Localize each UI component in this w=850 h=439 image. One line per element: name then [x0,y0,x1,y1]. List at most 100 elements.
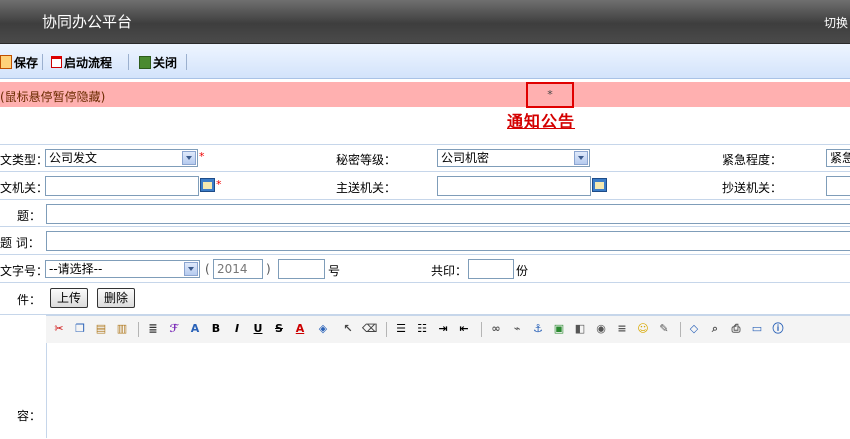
main-recipient-input[interactable] [437,176,591,196]
about-icon[interactable]: ⓘ [771,322,785,336]
document-title: 通知公告 [507,112,576,131]
doc-number-select[interactable]: --请选择-- [45,260,200,278]
bold-icon[interactable]: B [209,322,223,336]
toolbar: 保存 启动流程 关闭 [0,44,850,79]
title-bar: 协同办公平台 切换 [0,0,850,44]
notice-marker[interactable]: * [526,82,574,108]
issuer-input[interactable] [45,176,199,196]
doc-type-label: 文类型： [0,153,49,167]
form-row-keywords: 题 词： [0,226,850,255]
toolbar-divider [386,322,387,337]
font-color-icon[interactable]: A [293,322,307,336]
number-input[interactable] [278,259,325,279]
media-icon[interactable]: ◉ [594,322,608,336]
font-family-icon[interactable]: ℱ [167,322,181,336]
font-size-icon[interactable]: A [188,322,202,336]
content-editor[interactable] [46,343,850,438]
keywords-input[interactable] [46,231,850,251]
unlink-icon[interactable]: ⌁ [510,322,524,336]
close-label: 关闭 [153,55,178,70]
horizontal-rule-icon[interactable]: ≡ [615,322,629,336]
form-row-attachment: 件： 上传 删除 [0,282,850,315]
delete-button[interactable]: 删除 [97,288,136,308]
link-icon[interactable]: ∞ [489,322,503,336]
urgency-select[interactable]: 紧急 [826,149,850,167]
source-code-icon[interactable]: ◇ [687,322,701,336]
subject-input[interactable] [46,204,850,224]
secret-value: 公司机密 [441,151,490,165]
org-picker-icon[interactable] [592,178,607,192]
switch-link[interactable]: 切换 [824,14,848,31]
main-recipient-label: 主送机关： [336,181,397,195]
doc-type-select[interactable]: 公司发文 [45,149,198,167]
notice-bar: (鼠标悬停暂停隐藏) * [0,82,850,108]
org-picker-icon[interactable] [200,178,215,192]
toolbar-divider [128,54,129,70]
urgency-label: 紧急程度： [722,153,783,167]
number-suffix: 号 [328,264,341,278]
secret-select[interactable]: 公司机密 [437,149,590,167]
copy-icon[interactable]: ❐ [73,322,87,336]
select-cursor-icon[interactable]: ↖ [341,322,355,336]
save-label: 保存 [14,55,39,70]
app-title: 协同办公平台 [42,13,133,31]
line-spacing-icon[interactable]: ≣ [146,322,160,336]
image-icon[interactable]: ▣ [552,322,566,336]
toolbar-divider [42,54,43,70]
underline-icon[interactable]: U [251,322,265,336]
content-label: 容： [17,409,42,423]
start-flow-button[interactable]: 启动流程 [51,53,112,71]
indent-icon[interactable]: ⇥ [436,322,450,336]
preview-icon[interactable]: ⌕ [708,322,722,336]
toolbar-divider [138,322,139,337]
chevron-down-icon [184,262,198,276]
paste-icon[interactable]: ▤ [94,322,108,336]
italic-icon[interactable]: I [230,322,244,336]
cc-input[interactable] [826,176,850,196]
keywords-label: 题 词： [0,236,40,250]
copies-input[interactable] [468,259,514,279]
required-mark: * [216,178,222,191]
align-left-icon[interactable]: ☰ [394,322,408,336]
year-input[interactable]: 2014 [213,259,263,279]
form-row-docnumber: 文字号： --请选择-- ( 2014 ) 号 共印： 份 [0,254,850,283]
doc-number-label: 文字号： [0,264,49,278]
close-button[interactable]: 关闭 [139,53,177,71]
outdent-icon[interactable]: ⇤ [457,322,471,336]
list-icon[interactable]: ☷ [415,322,429,336]
close-icon [139,55,151,69]
subject-label: 题： [17,209,42,223]
edit-icon[interactable]: ✎ [657,322,671,336]
required-mark: * [199,150,205,163]
close-paren: ) [266,262,271,276]
fullscreen-icon[interactable]: ▭ [750,322,764,336]
eraser-icon[interactable]: ⌫ [362,322,378,336]
issuer-label: 文机关： [0,181,49,195]
cc-label: 抄送机关： [722,181,783,195]
doc-type-value: 公司发文 [49,151,98,165]
attachment-label: 件： [17,293,42,307]
cut-icon[interactable]: ✂ [52,322,66,336]
form-row-type: 文类型： 公司发文 * 秘密等级： 公司机密 紧急程度： 紧急 [0,144,850,172]
emoticon-icon[interactable]: ☺ [636,322,650,336]
anchor-icon[interactable]: ⚓ [531,322,545,336]
form-row-orgs: 文机关： * 主送机关： 抄送机关： [0,171,850,200]
print-icon[interactable]: ⎙ [729,322,743,336]
copies-label: 共印： [431,264,468,278]
chevron-down-icon [574,151,588,165]
upload-button[interactable]: 上传 [50,288,89,308]
save-button[interactable]: 保存 [0,53,38,71]
open-paren: ( [205,262,210,276]
highlight-icon[interactable]: ◈ [316,322,330,336]
doc-number-select-value: --请选择-- [49,262,103,276]
secret-label: 秘密等级： [336,153,397,167]
flash-icon[interactable]: ◧ [573,322,587,336]
toolbar-divider [680,322,681,337]
editor-toolbar: ✂ ❐ ▤ ▥ ≣ ℱ A B I U S A ◈ ↖ ⌫ ☰ ☷ ⇥ ⇤ ∞ … [46,315,850,344]
hover-hint: (鼠标悬停暂停隐藏) [0,90,106,104]
urgency-value: 紧急 [830,151,850,165]
strikethrough-icon[interactable]: S [272,322,286,336]
toolbar-divider [481,322,482,337]
start-flow-label: 启动流程 [64,55,113,70]
paste-text-icon[interactable]: ▥ [115,322,129,336]
